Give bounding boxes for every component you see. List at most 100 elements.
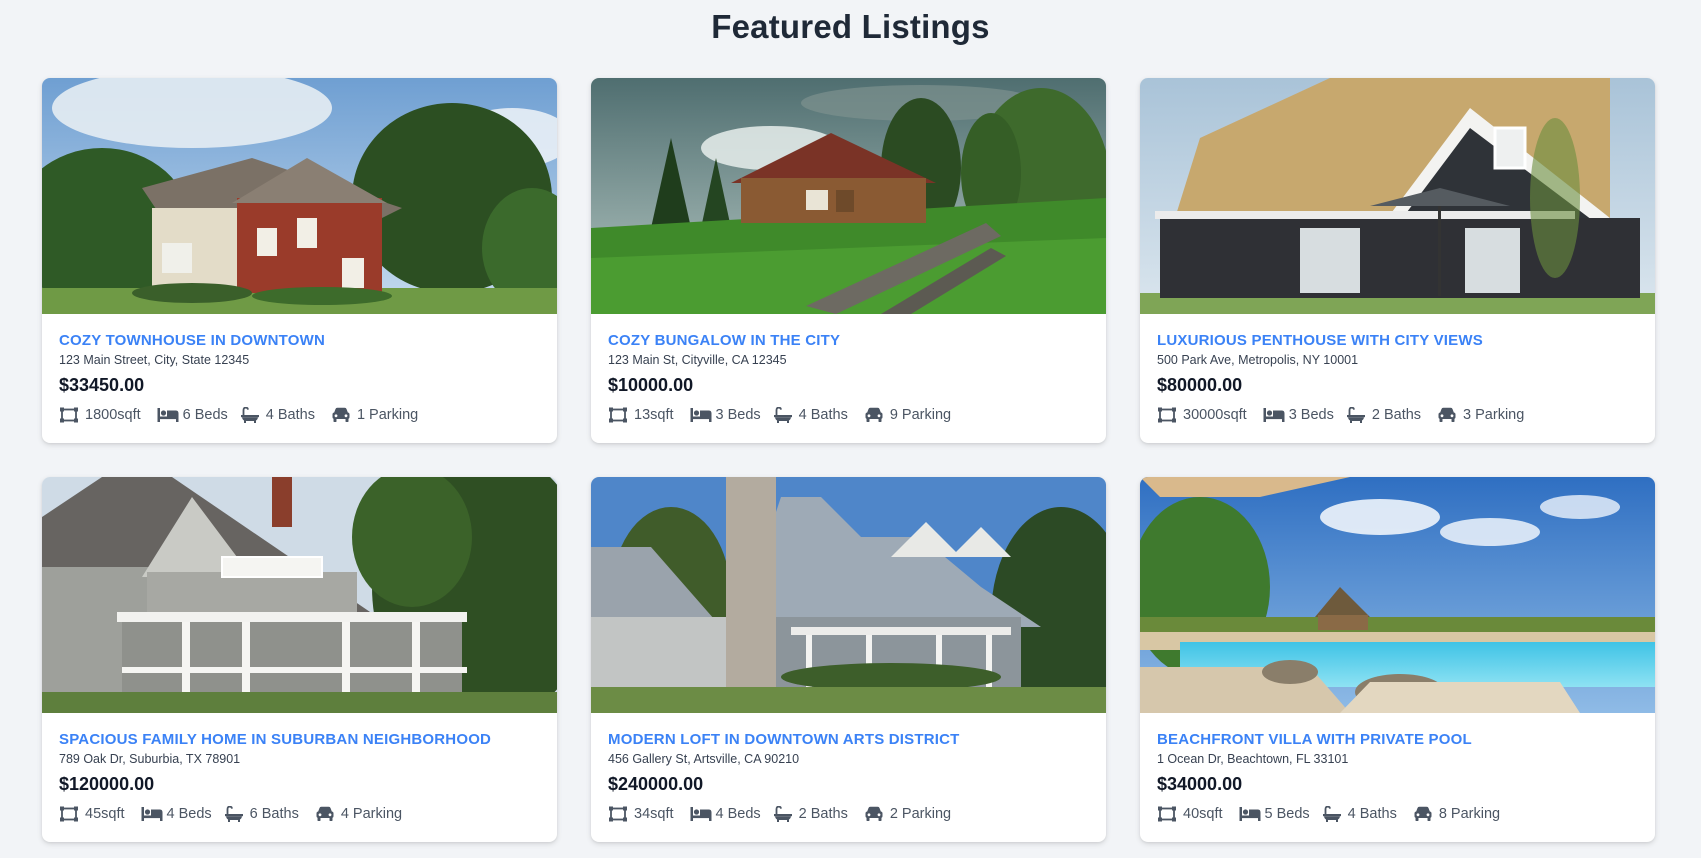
feature-parking-value: 9 Parking <box>889 407 952 423</box>
bath-icon <box>1322 806 1342 822</box>
feature-parking: 8 Parking <box>1413 806 1500 822</box>
feature-beds-value: 3 Beds <box>1288 407 1334 423</box>
feature-area-value: 45sqft <box>85 806 125 822</box>
feature-parking-value: 3 Parking <box>1463 407 1525 423</box>
listing-title[interactable]: COZY TOWNHOUSE IN DOWNTOWN <box>59 332 540 350</box>
listing-price: $240000.00 <box>608 774 704 794</box>
listing-price: $10000.00 <box>608 375 694 395</box>
feature-area-value: 1800sqft <box>85 407 141 423</box>
feature-area-value: 34sqft <box>634 806 674 822</box>
feature-baths: 6 Baths <box>224 806 299 822</box>
listing-photo-stone-chimney-house[interactable] <box>591 477 1106 713</box>
feature-parking: 2 Parking <box>864 806 951 822</box>
area-icon <box>59 407 79 423</box>
feature-baths-value: 6 Baths <box>249 806 299 822</box>
car-icon <box>1413 806 1433 822</box>
feature-baths-value: 4 Baths <box>1347 806 1397 822</box>
feature-beds-value: 5 Beds <box>1264 806 1310 822</box>
listing-features: 1800sqft 6 Beds 4 Baths 1 Parking <box>59 407 540 423</box>
area-icon <box>1157 806 1177 822</box>
listing-price: $33450.00 <box>59 375 145 395</box>
feature-baths: 4 Baths <box>773 407 848 423</box>
listing-features: 45sqft 4 Beds 6 Baths 4 Parking <box>59 806 540 822</box>
listing-features: 34sqft 4 Beds 2 Baths 2 Parking <box>608 806 1089 822</box>
listing-title[interactable]: LUXURIOUS PENTHOUSE WITH CITY VIEWS <box>1157 332 1638 350</box>
feature-parking-value: 1 Parking <box>356 407 419 423</box>
feature-parking: 1 Parking <box>331 407 418 423</box>
page-title: Featured Listings <box>711 8 990 45</box>
listing-address: 456 Gallery St, Artsville, CA 90210 <box>608 752 800 766</box>
listing-title[interactable]: MODERN LOFT IN DOWNTOWN ARTS DISTRICT <box>608 731 1089 749</box>
listing-address: 789 Oak Dr, Suburbia, TX 78901 <box>59 752 241 766</box>
feature-baths: 2 Baths <box>773 806 848 822</box>
listing-features: 30000sqft 3 Beds 2 Baths 3 Parking <box>1157 407 1638 423</box>
feature-baths-value: 4 Baths <box>798 407 848 423</box>
bath-icon <box>224 806 244 822</box>
bed-icon <box>690 806 710 822</box>
feature-baths: 4 Baths <box>240 407 315 423</box>
feature-beds-value: 6 Beds <box>182 407 228 423</box>
feature-beds: 3 Beds <box>1263 407 1334 423</box>
bed-icon <box>157 407 177 423</box>
listing-title[interactable]: BEACHFRONT VILLA WITH PRIVATE POOL <box>1157 731 1638 749</box>
feature-beds: 6 Beds <box>157 407 228 423</box>
listing-price: $120000.00 <box>59 774 155 794</box>
listing-card[interactable]: COZY TOWNHOUSE IN DOWNTOWN 123 Main Stre… <box>42 78 557 443</box>
car-icon <box>315 806 335 822</box>
listing-features: 13sqft 3 Beds 4 Baths 9 Parking <box>608 407 1089 423</box>
feature-area: 13sqft <box>608 407 674 423</box>
area-icon <box>1157 407 1177 423</box>
car-icon <box>1437 407 1457 423</box>
bed-icon <box>1239 806 1259 822</box>
listing-card[interactable]: LUXURIOUS PENTHOUSE WITH CITY VIEWS 500 … <box>1140 78 1655 443</box>
car-icon <box>864 806 884 822</box>
car-icon <box>331 407 351 423</box>
bath-icon <box>773 407 793 423</box>
listing-address: 123 Main Street, City, State 12345 <box>59 353 250 367</box>
bath-icon <box>773 806 793 822</box>
listing-photo-brick-house[interactable] <box>42 78 557 314</box>
listing-title[interactable]: SPACIOUS FAMILY HOME IN SUBURBAN NEIGHBO… <box>59 731 540 749</box>
listing-card[interactable]: SPACIOUS FAMILY HOME IN SUBURBAN NEIGHBO… <box>42 477 557 842</box>
feature-parking: 9 Parking <box>864 407 951 423</box>
feature-area-value: 30000sqft <box>1183 407 1247 423</box>
feature-parking: 3 Parking <box>1437 407 1524 423</box>
listing-price: $34000.00 <box>1157 774 1243 794</box>
feature-area: 30000sqft <box>1157 407 1247 423</box>
listing-photo-thatched-house[interactable] <box>1140 78 1655 314</box>
area-icon <box>608 407 628 423</box>
feature-beds: 4 Beds <box>690 806 761 822</box>
feature-area: 45sqft <box>59 806 125 822</box>
listing-price: $80000.00 <box>1157 375 1243 395</box>
bed-icon <box>690 407 710 423</box>
feature-area-value: 40sqft <box>1183 806 1223 822</box>
feature-beds: 4 Beds <box>141 806 212 822</box>
feature-baths: 4 Baths <box>1322 806 1397 822</box>
feature-area-value: 13sqft <box>634 407 674 423</box>
listing-photo-resort-pool[interactable] <box>1140 477 1655 713</box>
area-icon <box>608 806 628 822</box>
feature-beds-value: 3 Beds <box>715 407 761 423</box>
listing-title[interactable]: COZY BUNGALOW IN THE CITY <box>608 332 1089 350</box>
listing-address: 500 Park Ave, Metropolis, NY 10001 <box>1157 353 1359 367</box>
area-icon <box>59 806 79 822</box>
feature-baths: 2 Baths <box>1346 407 1421 423</box>
feature-baths-value: 2 Baths <box>798 806 848 822</box>
listing-card[interactable]: BEACHFRONT VILLA WITH PRIVATE POOL 1 Oce… <box>1140 477 1655 842</box>
listing-photo-wooden-cabin[interactable] <box>591 78 1106 314</box>
listing-features: 40sqft 5 Beds 4 Baths 8 Parking <box>1157 806 1638 822</box>
bed-icon <box>1263 407 1283 423</box>
bed-icon <box>141 806 161 822</box>
car-icon <box>864 407 884 423</box>
listing-card[interactable]: COZY BUNGALOW IN THE CITY 123 Main St, C… <box>591 78 1106 443</box>
listing-card[interactable]: MODERN LOFT IN DOWNTOWN ARTS DISTRICT 45… <box>591 477 1106 842</box>
feature-baths-value: 4 Baths <box>265 407 315 423</box>
listing-address: 1 Ocean Dr, Beachtown, FL 33101 <box>1157 752 1349 766</box>
listing-photo-shingle-house[interactable] <box>42 477 557 713</box>
feature-parking: 4 Parking <box>315 806 402 822</box>
feature-area: 1800sqft <box>59 407 141 423</box>
feature-beds: 5 Beds <box>1239 806 1310 822</box>
bath-icon <box>240 407 260 423</box>
listings-grid: COZY TOWNHOUSE IN DOWNTOWN 123 Main Stre… <box>42 78 1655 842</box>
feature-beds-value: 4 Beds <box>166 806 212 822</box>
